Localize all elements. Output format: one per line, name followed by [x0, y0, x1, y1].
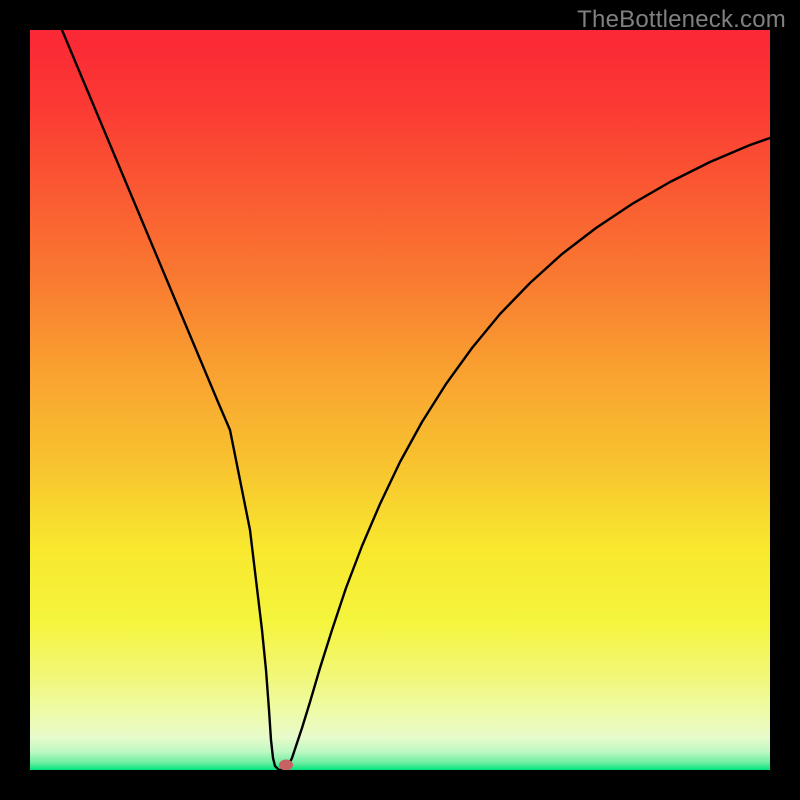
watermark-text: TheBottleneck.com	[577, 6, 786, 34]
optimum-marker-icon	[279, 760, 293, 771]
chart-frame: TheBottleneck.com	[0, 0, 800, 800]
plot-area	[30, 30, 770, 770]
bottleneck-curve	[30, 30, 770, 770]
